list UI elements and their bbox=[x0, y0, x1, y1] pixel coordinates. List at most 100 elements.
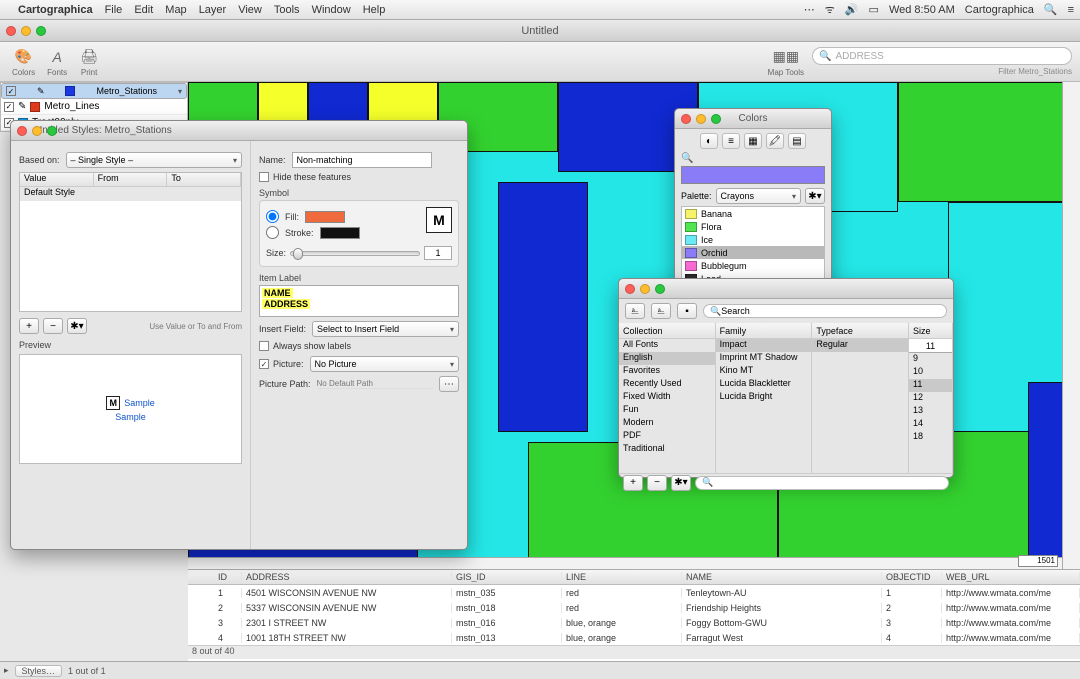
layer-visible-checkbox[interactable]: ✓ bbox=[6, 86, 16, 96]
crayons-tab-icon[interactable]: 🖍 bbox=[766, 133, 784, 149]
font-add-button[interactable]: + bbox=[623, 475, 643, 491]
list-item[interactable]: Bubblegum bbox=[682, 259, 824, 272]
battery-icon[interactable]: ▭ bbox=[869, 3, 879, 16]
palette-select[interactable]: Crayons bbox=[716, 188, 801, 204]
col-objectid[interactable]: OBJECTID bbox=[882, 572, 942, 582]
spotlight-icon[interactable]: 🔍 bbox=[1044, 3, 1058, 16]
list-item[interactable]: Impact bbox=[716, 339, 812, 352]
list-item[interactable]: Favorites bbox=[619, 365, 715, 378]
stroke-color-well[interactable] bbox=[320, 227, 360, 239]
scale-field[interactable]: 1501 bbox=[1018, 555, 1058, 567]
toolbar-print[interactable]: 🖨Print bbox=[75, 47, 103, 77]
based-on-select[interactable]: – Single Style – bbox=[66, 152, 242, 168]
list-item[interactable]: Flora bbox=[682, 220, 824, 233]
table-row[interactable]: 32301 I STREET NWmstn_016blue, orangeFog… bbox=[188, 615, 1080, 630]
list-item[interactable]: 13 bbox=[909, 405, 952, 418]
insert-field-select[interactable]: Select to Insert Field bbox=[312, 321, 459, 337]
menu-map[interactable]: Map bbox=[165, 4, 186, 16]
list-item[interactable]: Fixed Width bbox=[619, 391, 715, 404]
col-line[interactable]: LINE bbox=[562, 572, 682, 582]
palette-tab-icon[interactable]: ▤ bbox=[788, 133, 806, 149]
list-item[interactable]: 10 bbox=[909, 366, 952, 379]
font-search-bottom[interactable]: 🔍 bbox=[695, 476, 949, 490]
list-item[interactable]: Kino MT bbox=[716, 365, 812, 378]
menu-layer[interactable]: Layer bbox=[199, 4, 227, 16]
col-gisid[interactable]: GIS_ID bbox=[452, 572, 562, 582]
fonts-titlebar[interactable] bbox=[619, 279, 953, 299]
list-item[interactable]: Modern bbox=[619, 417, 715, 430]
colorwheel-tab-icon[interactable]: ◐ bbox=[700, 133, 718, 149]
list-item[interactable]: Banana bbox=[682, 207, 824, 220]
list-item[interactable]: Fun bbox=[619, 404, 715, 417]
table-row[interactable]: 41001 18TH STREET NWmstn_013blue, orange… bbox=[188, 630, 1080, 645]
styles-button[interactable]: Styles… bbox=[15, 665, 63, 677]
table-row[interactable]: 14501 WISCONSIN AVENUE NWmstn_035redTenl… bbox=[188, 585, 1080, 600]
list-item[interactable]: All Fonts bbox=[619, 339, 715, 352]
list-item[interactable]: Lucida Blackletter bbox=[716, 378, 812, 391]
style-editor-titlebar[interactable]: Untitled Styles: Metro_Stations bbox=[11, 121, 467, 141]
picture-select[interactable]: No Picture bbox=[310, 356, 459, 372]
list-item[interactable]: Orchid bbox=[682, 246, 824, 259]
layer-visible-checkbox[interactable]: ✓ bbox=[4, 102, 14, 112]
clock[interactable]: Wed 8:50 AM bbox=[889, 4, 955, 16]
filter-search[interactable]: ADDRESS bbox=[812, 47, 1072, 65]
collection-list[interactable]: Collection All Fonts English Favorites R… bbox=[619, 323, 716, 473]
font-remove-button[interactable]: − bbox=[647, 475, 667, 491]
menu-window[interactable]: Window bbox=[312, 4, 351, 16]
list-item[interactable]: Regular bbox=[812, 339, 908, 352]
family-list[interactable]: Family Impact Imprint MT Shadow Kino MT … bbox=[716, 323, 813, 473]
toolbar-maptools[interactable]: ▦▦Map Tools bbox=[764, 47, 808, 77]
hide-features-checkbox[interactable]: Hide these features bbox=[259, 172, 459, 182]
font-strike-button[interactable]: ⎁ bbox=[651, 303, 671, 319]
size-field[interactable] bbox=[909, 339, 952, 353]
style-name-input[interactable] bbox=[292, 152, 432, 168]
picture-path-browse[interactable]: ⋯ bbox=[439, 376, 459, 392]
menu-tools[interactable]: Tools bbox=[274, 4, 300, 16]
spectrum-tab-icon[interactable]: ▦ bbox=[744, 133, 762, 149]
menu-view[interactable]: View bbox=[238, 4, 262, 16]
size-slider[interactable] bbox=[290, 251, 420, 256]
notifications-icon[interactable]: ≡ bbox=[1068, 4, 1074, 16]
volume-icon[interactable]: 🔊 bbox=[845, 3, 859, 16]
font-underline-button[interactable]: ⎁ bbox=[625, 303, 645, 319]
sliders-tab-icon[interactable]: ≡ bbox=[722, 133, 740, 149]
col-to[interactable]: To bbox=[167, 173, 241, 186]
list-item[interactable]: 14 bbox=[909, 418, 952, 431]
list-item[interactable]: 12 bbox=[909, 392, 952, 405]
list-item[interactable]: Lucida Bright bbox=[716, 391, 812, 404]
list-item[interactable]: 11 bbox=[909, 379, 952, 392]
col-value[interactable]: Value bbox=[20, 173, 94, 186]
list-item[interactable]: Default Style bbox=[20, 187, 241, 201]
toolbar-fonts[interactable]: AFonts bbox=[43, 47, 71, 77]
list-item[interactable]: Imprint MT Shadow bbox=[716, 352, 812, 365]
list-item[interactable]: Ice bbox=[682, 233, 824, 246]
menu-help[interactable]: Help bbox=[363, 4, 386, 16]
layer-row[interactable]: ✓✎Metro_Stations bbox=[1, 83, 187, 99]
fill-radio[interactable] bbox=[266, 210, 279, 223]
bluetooth-icon[interactable]: ⋯ bbox=[804, 3, 815, 16]
disclosure-icon[interactable]: ▸ bbox=[4, 665, 9, 676]
window-controls[interactable] bbox=[6, 26, 46, 36]
table-row[interactable]: 25337 WISCONSIN AVENUE NWmstn_018redFrie… bbox=[188, 600, 1080, 615]
layer-row[interactable]: ✓✎Metro_Lines bbox=[1, 99, 187, 115]
current-color-well[interactable] bbox=[681, 166, 825, 184]
list-item[interactable]: PDF bbox=[619, 430, 715, 443]
fill-color-well[interactable] bbox=[305, 211, 345, 223]
always-show-labels-checkbox[interactable]: Always show labels bbox=[259, 341, 459, 351]
col-name[interactable]: NAME bbox=[682, 572, 882, 582]
symbol-picture[interactable]: M bbox=[426, 207, 452, 233]
stroke-radio[interactable] bbox=[266, 226, 279, 239]
menu-file[interactable]: File bbox=[105, 4, 123, 16]
font-color-button[interactable]: ▪ bbox=[677, 303, 697, 319]
user-menu[interactable]: Cartographica bbox=[965, 4, 1034, 16]
list-item[interactable]: 18 bbox=[909, 431, 952, 444]
palette-action-menu[interactable]: ✱▾ bbox=[805, 188, 825, 204]
list-item[interactable]: Traditional bbox=[619, 443, 715, 456]
col-id[interactable]: ID bbox=[214, 572, 242, 582]
app-menu[interactable]: Cartographica bbox=[18, 4, 93, 16]
size-list[interactable]: Size 9 10 11 12 13 14 18 bbox=[909, 323, 953, 473]
toolbar-colors[interactable]: 🎨Colors bbox=[8, 47, 39, 77]
style-rules-list[interactable]: ValueFromTo Default Style bbox=[19, 172, 242, 312]
list-item[interactable]: Recently Used bbox=[619, 378, 715, 391]
typeface-list[interactable]: Typeface Regular bbox=[812, 323, 909, 473]
